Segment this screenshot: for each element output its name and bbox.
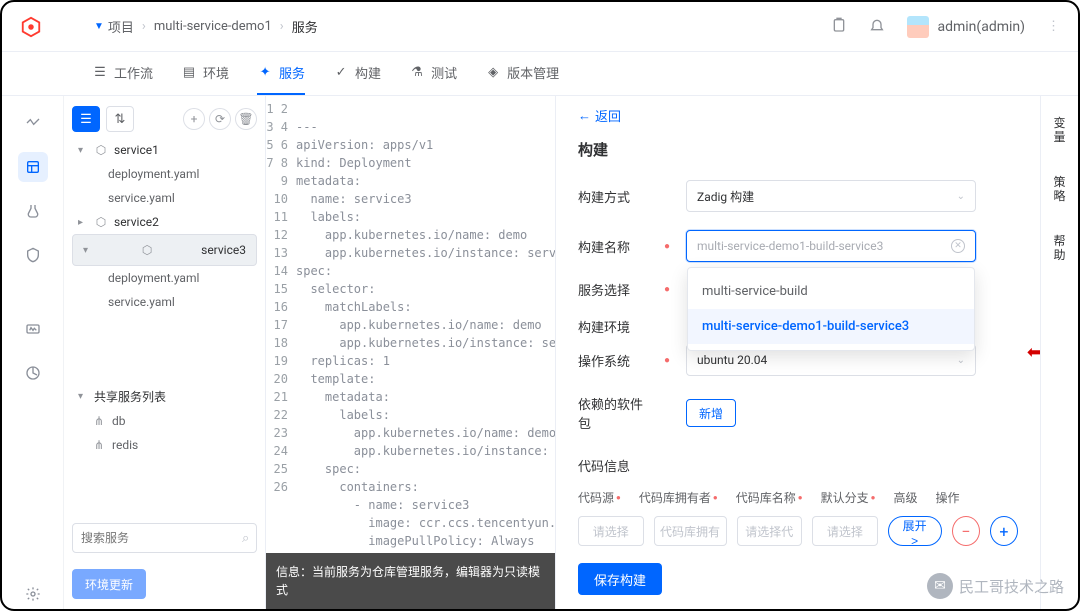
code-owner-select[interactable]: 代码库拥有 [654,516,727,546]
left-rail [2,96,64,609]
expand-button[interactable]: 展开 > [888,516,942,546]
code-columns: 代码源 ● 代码库拥有者 ● 代码库名称 ● 默认分支 ● 高级 操作 [578,489,1018,506]
file-item[interactable]: deployment.yaml [72,266,257,290]
build-method-select[interactable]: Zadig 构建⌄ [686,180,976,212]
search-icon: ⌕ [242,531,249,546]
bell-icon[interactable] [869,17,885,37]
file-item[interactable]: deployment.yaml [72,162,257,186]
breadcrumb: ▼ 项目 › multi-service-demo1 › 服务 [94,17,318,36]
code-repo-select[interactable]: 请选择代 [737,516,803,546]
project-dropdown-icon[interactable]: ▼ [94,21,104,32]
line-gutter: 1 2 3 4 5 6 7 8 9 10 11 12 13 14 15 16 1… [266,100,296,553]
os-label: 操作系统 [578,351,650,370]
panel-tab-list[interactable]: ☰ [72,106,100,132]
rail-settings[interactable] [18,579,48,609]
add-row-button[interactable]: + [990,516,1018,546]
nav-tabs: ☰工作流 ▤环境 ✦服务 ✓构建 ⚗测试 ◈版本管理 [2,52,1078,96]
add-service-button[interactable]: + [183,108,205,130]
right-sidebar: 变 量 策 略 帮 助 [1040,96,1078,609]
search-input[interactable] [81,531,236,545]
file-item[interactable]: service.yaml [72,186,257,210]
build-name-select[interactable]: multi-service-demo1-build-service3 ✕ mul… [686,230,976,262]
remove-row-button[interactable]: − [952,516,980,546]
code-editor: 1 2 3 4 5 6 7 8 9 10 11 12 13 14 15 16 1… [266,96,556,609]
tab-test[interactable]: ⚗测试 [409,52,457,95]
cube-icon: ⬡ [94,143,108,157]
env-update-button[interactable]: 环境更新 [72,569,146,599]
share-icon: ⋔ [92,438,106,452]
rail-item-6[interactable] [18,358,48,388]
search-services[interactable]: ⌕ [72,523,257,553]
rside-help[interactable]: 帮 助 [1053,234,1065,263]
dropdown-option-selected[interactable]: multi-service-demo1-build-service3 [688,309,974,344]
rail-item-1[interactable] [18,108,48,138]
code-content: --- apiVersion: apps/v1 kind: Deployment… [296,100,555,553]
top-bar: ▼ 项目 › multi-service-demo1 › 服务 admin(ad… [2,2,1078,52]
code-branch-select[interactable]: 请选择 [812,516,878,546]
code-src-select[interactable]: 请选择 [578,516,644,546]
build-name-dropdown: multi-service-build multi-service-demo1-… [687,267,975,351]
breadcrumb-current: 服务 [292,17,318,36]
tab-env[interactable]: ▤环境 [181,52,229,95]
rail-item-5[interactable] [18,314,48,344]
deps-label: 依赖的软件包 [578,394,650,432]
build-pane: ← 返回 构建 构建方式 Zadig 构建⌄ 构建名称● multi-servi… [556,96,1040,609]
service-item[interactable]: ▸⬡service2 [72,210,257,234]
code-info-title: 代码信息 [578,456,1018,475]
method-label: 构建方式 [578,187,650,206]
user-name: admin(admin) [937,19,1025,35]
build-env-label: 构建环境 [578,317,650,336]
cube-icon: ⬡ [140,243,154,257]
service-item-selected[interactable]: ▾⬡service3 [72,234,257,266]
shared-item[interactable]: ⋔redis [72,433,257,457]
user-menu[interactable]: admin(admin) [907,16,1025,38]
services-panel: ☰ ⇅ + ⟳ 🗑 ▾⬡service1 deployment.yaml ser… [64,96,266,609]
chevron-down-icon: ⌄ [957,191,965,202]
shared-item[interactable]: ⋔db [72,409,257,433]
back-link[interactable]: ← 返回 [578,106,1018,125]
app-logo-icon [20,16,42,38]
breadcrumb-root[interactable]: 项目 [108,17,134,36]
avatar-icon [907,16,929,38]
rail-item-3[interactable] [18,196,48,226]
version-icon: ◈ [485,65,501,81]
tab-build[interactable]: ✓构建 [333,52,381,95]
refresh-button[interactable]: ⟳ [209,108,231,130]
tab-version[interactable]: ◈版本管理 [485,52,559,95]
rside-policy[interactable]: 策 略 [1053,175,1065,204]
pane-title: 构建 [578,139,1018,160]
clear-icon[interactable]: ✕ [951,239,965,253]
env-icon: ▤ [181,65,197,81]
svc-select-label: 服务选择 [578,280,650,299]
clipboard-icon[interactable] [831,17,847,37]
tab-workflow[interactable]: ☰工作流 [92,52,153,95]
save-build-button[interactable]: 保存构建 [578,563,662,595]
name-label: 构建名称 [578,237,650,256]
tab-service[interactable]: ✦服务 [257,52,305,95]
service-item[interactable]: ▾⬡service1 [72,138,257,162]
panel-tab-sort[interactable]: ⇅ [106,106,134,132]
build-icon: ✓ [333,65,349,81]
workflow-icon: ☰ [92,65,108,81]
add-dep-button[interactable]: 新增 [686,399,736,427]
editor-info-bar: 信息：当前服务为仓库管理服务，编辑器为只读模式 [266,553,555,609]
chevron-down-icon: ⌄ [957,355,965,366]
more-icon[interactable]: ⋮ [1047,19,1060,34]
file-item[interactable]: service.yaml [72,290,257,314]
rail-item-2[interactable] [18,152,48,182]
rside-variables[interactable]: 变 量 [1053,116,1065,145]
test-icon: ⚗ [409,65,425,81]
share-icon: ⋔ [92,414,106,428]
breadcrumb-project[interactable]: multi-service-demo1 [154,19,272,34]
service-tree: ▾⬡service1 deployment.yaml service.yaml … [72,138,257,513]
delete-button[interactable]: 🗑 [235,108,257,130]
cube-icon: ⬡ [94,215,108,229]
rail-item-4[interactable] [18,240,48,270]
pointer-arrow-icon: ⬅ [1027,342,1040,363]
service-icon: ✦ [257,65,273,81]
shared-services-header[interactable]: ▾共享服务列表 [72,384,257,409]
dropdown-option[interactable]: multi-service-build [688,274,974,309]
